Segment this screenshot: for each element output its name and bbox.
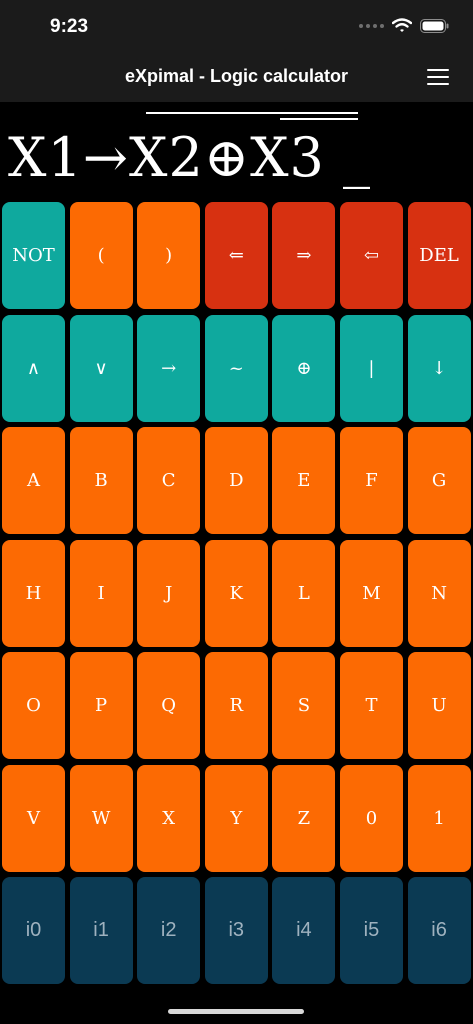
key-r5-c4[interactable]: Z <box>272 764 336 872</box>
key-r5-c1[interactable]: W <box>69 764 133 872</box>
key-r0-c5[interactable]: ⇦ <box>339 202 403 309</box>
key-r0-c2[interactable]: ) <box>137 202 201 309</box>
key-r3-c3[interactable]: K <box>204 539 268 647</box>
key-r2-c1[interactable]: B <box>69 427 133 534</box>
key-r5-c6[interactable]: 1 <box>407 764 471 872</box>
key-r3-c6[interactable]: N <box>407 539 471 647</box>
key-r2-c2[interactable]: C <box>137 427 201 534</box>
key-r1-c5[interactable]: | <box>339 314 403 422</box>
key-r3-c4[interactable]: L <box>272 539 336 647</box>
key-r3-c5[interactable]: M <box>339 539 403 647</box>
status-time: 9:23 <box>50 16 89 37</box>
key-r1-c0[interactable]: ∧ <box>2 314 65 422</box>
key-r1-c1[interactable]: ∨ <box>69 314 133 422</box>
key-r4-c5[interactable]: T <box>339 652 403 759</box>
key-r1-c2[interactable]: → <box>137 314 201 422</box>
key-r2-c5[interactable]: F <box>339 427 403 534</box>
key-r4-c0[interactable]: O <box>2 652 65 759</box>
key-r3-c2[interactable]: J <box>137 539 201 647</box>
key-r5-c5[interactable]: 0 <box>339 764 403 872</box>
key-r0-c1[interactable]: ( <box>69 202 133 309</box>
key-r0-c0[interactable]: NOT <box>2 202 65 309</box>
key-r6-c6[interactable]: i6 <box>407 877 471 984</box>
key-r6-c5[interactable]: i5 <box>339 877 403 984</box>
battery-icon <box>420 18 449 33</box>
key-r4-c1[interactable]: P <box>69 652 133 759</box>
key-r4-c2[interactable]: Q <box>137 652 201 759</box>
signal-dots-icon <box>359 23 384 28</box>
key-r1-c4[interactable]: ⊕ <box>272 314 336 422</box>
nav-bar: eXpimal - Logic calculator <box>0 54 473 102</box>
key-r3-c1[interactable]: I <box>69 539 133 647</box>
key-r4-c4[interactable]: S <box>272 652 336 759</box>
key-r6-c1[interactable]: i1 <box>69 877 133 984</box>
key-r4-c3[interactable]: R <box>204 652 268 759</box>
home-indicator[interactable] <box>168 1009 304 1014</box>
status-icons <box>359 18 449 33</box>
key-r6-c4[interactable]: i4 <box>272 877 336 984</box>
key-r5-c3[interactable]: Y <box>204 764 268 872</box>
negation-bar-inner <box>280 118 358 120</box>
key-r6-c3[interactable]: i3 <box>204 877 268 984</box>
key-r1-c6[interactable]: ↓ <box>407 314 471 422</box>
key-r0-c6[interactable]: DEL <box>407 202 471 309</box>
nav-title: eXpimal - Logic calculator <box>124 66 349 86</box>
key-r2-c6[interactable]: G <box>407 427 471 534</box>
wifi-icon <box>392 18 412 32</box>
key-r6-c2[interactable]: i2 <box>137 877 201 984</box>
key-r0-c4[interactable]: ⇒ <box>272 202 336 309</box>
key-r6-c0[interactable]: i0 <box>2 877 65 984</box>
expression-text: X1→X2⊕X3 _ <box>8 126 372 189</box>
key-r2-c4[interactable]: E <box>272 427 336 534</box>
key-r3-c0[interactable]: H <box>2 539 65 647</box>
key-r4-c6[interactable]: U <box>407 652 471 759</box>
status-bar: 9:23 <box>0 0 473 54</box>
keypad: NOT() ⇐ ⇒ ⇦ DEL ∧ ∨ → ~ ⊕ | ↓ A B C D E F G H I J K L M N O P Q R S T U V… <box>2 202 472 984</box>
negation-bar-outer <box>146 112 358 114</box>
hamburger-menu-icon[interactable] <box>427 68 449 86</box>
key-r1-c3[interactable]: ~ <box>204 314 268 422</box>
key-r5-c0[interactable]: V <box>2 764 65 872</box>
expression-display: X1→X2⊕X3 _ <box>0 102 473 200</box>
key-r5-c2[interactable]: X <box>137 764 201 872</box>
key-r2-c0[interactable]: A <box>2 427 65 534</box>
key-r0-c3[interactable]: ⇐ <box>204 202 268 309</box>
key-r2-c3[interactable]: D <box>204 427 268 534</box>
